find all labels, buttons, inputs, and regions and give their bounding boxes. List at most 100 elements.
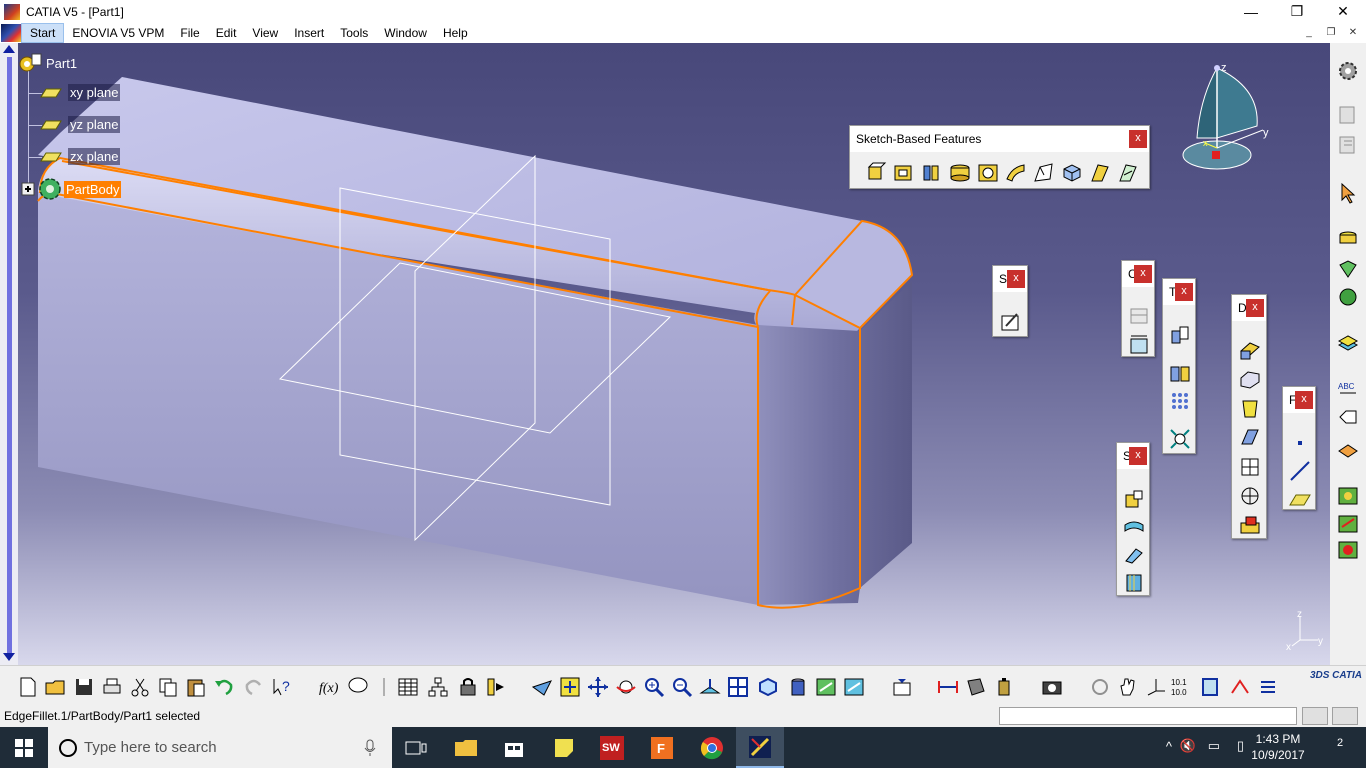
flag-note-icon[interactable] [1336, 405, 1360, 429]
windows-start-button[interactable] [0, 727, 48, 768]
slot-icon[interactable] [1032, 161, 1056, 185]
catia-menu-logo-icon[interactable] [1, 24, 21, 42]
toolbar-header[interactable]: S x [993, 266, 1027, 292]
draft-analysis-icon[interactable] [1336, 511, 1360, 535]
mirror-icon[interactable] [1168, 361, 1192, 385]
toolbar-header[interactable]: Sketch-Based Features x [850, 126, 1149, 152]
close-button[interactable]: ✕ [1320, 0, 1366, 23]
measure-between-icon[interactable] [936, 675, 960, 699]
edge-fillet-icon[interactable] [1238, 339, 1262, 363]
taskbar-sticky-notes[interactable] [540, 727, 588, 768]
translation-icon[interactable] [1168, 323, 1192, 347]
update-icon[interactable] [890, 675, 914, 699]
shaft-icon[interactable] [920, 161, 944, 185]
text-annotation-icon[interactable]: ABC [1336, 377, 1360, 401]
compass-icon[interactable]: z y x [1175, 58, 1275, 178]
multi-view-icon[interactable] [726, 675, 750, 699]
tree-item-partbody[interactable]: PartBody [20, 176, 122, 202]
tree-item-yz-plane[interactable]: yz plane [40, 116, 121, 133]
fit-all-in-icon[interactable] [558, 675, 582, 699]
toolbar-header[interactable]: S x [1117, 443, 1149, 469]
measure-item-icon[interactable] [964, 675, 988, 699]
taskbar-store[interactable] [490, 727, 538, 768]
toolbar-close-button[interactable]: x [1134, 265, 1152, 283]
expand-plus-icon[interactable] [20, 181, 36, 197]
swap-visible-space-icon[interactable] [842, 675, 866, 699]
print-icon[interactable] [100, 675, 124, 699]
task-view-button[interactable] [392, 727, 440, 768]
hide-show-icon[interactable] [814, 675, 838, 699]
menu-edit[interactable]: Edit [208, 23, 245, 43]
minimize-button[interactable]: — [1228, 0, 1274, 23]
3d-annotation-icon[interactable] [1336, 435, 1360, 459]
maximize-button[interactable]: ❐ [1274, 0, 1320, 23]
doc-close-button[interactable]: ✕ [1344, 25, 1362, 41]
toolbar-header[interactable]: D x [1232, 295, 1266, 321]
multi-section-solid-icon[interactable] [1088, 161, 1112, 185]
measure-inertia-icon[interactable] [992, 675, 1016, 699]
toolbar-close-button[interactable]: x [1246, 299, 1264, 317]
thread-icon[interactable] [1238, 484, 1262, 508]
comment-icon[interactable] [346, 675, 370, 699]
close-surface-icon[interactable] [1122, 543, 1146, 567]
toolbar-close-button[interactable]: x [1295, 391, 1313, 409]
toolbar-close-button[interactable]: x [1129, 447, 1147, 465]
menu-file[interactable]: File [172, 23, 207, 43]
menu-view[interactable]: View [244, 23, 286, 43]
tree-root-part[interactable]: Part1 [18, 52, 79, 74]
side-face[interactable] [758, 281, 912, 605]
open-folder-icon[interactable] [44, 675, 68, 699]
save-icon[interactable] [72, 675, 96, 699]
capture-camera-icon[interactable] [1040, 675, 1064, 699]
rotate-icon[interactable] [614, 675, 638, 699]
cut-icon[interactable] [128, 675, 152, 699]
battery-icon[interactable]: ▯ [1237, 738, 1244, 754]
tree-item-xy-plane[interactable]: xy plane [40, 84, 121, 101]
rib-icon[interactable] [1004, 161, 1028, 185]
catalog-icon[interactable] [1336, 103, 1360, 127]
doc-restore-button[interactable]: ❐ [1322, 25, 1340, 41]
scroll-down-arrow-icon[interactable] [3, 653, 15, 661]
rectangular-pattern-icon[interactable] [1168, 389, 1192, 413]
microphone-icon[interactable] [364, 739, 376, 757]
doc-minimize-button[interactable]: _ [1300, 25, 1318, 41]
removed-multi-section-icon[interactable] [1116, 161, 1140, 185]
menu-start[interactable]: Start [21, 23, 65, 43]
pocket-icon[interactable] [892, 161, 916, 185]
hole-icon[interactable] [976, 161, 1000, 185]
pad-icon[interactable] [864, 161, 888, 185]
menu-tools[interactable]: Tools [332, 23, 376, 43]
toolbar-close-button[interactable]: x [1175, 283, 1193, 301]
power-input-field[interactable] [999, 707, 1297, 725]
apply-material-icon[interactable] [1336, 257, 1360, 281]
tree-expand-icon[interactable] [1336, 133, 1360, 157]
toolbar-header[interactable]: T x [1163, 279, 1195, 305]
network-icon[interactable]: ▭ [1208, 738, 1220, 754]
surface-stack-icon[interactable] [1336, 331, 1360, 355]
power-input-clear-button[interactable] [1332, 707, 1358, 725]
list-icon[interactable] [1256, 675, 1280, 699]
remove-face-icon[interactable] [1238, 513, 1262, 537]
tree-scrollbar[interactable] [0, 43, 18, 665]
constraint-dimension-icon[interactable] [1127, 333, 1151, 357]
taskbar-search-box[interactable]: Type here to search [48, 727, 392, 768]
shading-icon[interactable] [786, 675, 810, 699]
taskbar-fusion[interactable]: F [638, 727, 686, 768]
groove-icon[interactable] [948, 161, 972, 185]
stiffener-icon[interactable] [1060, 161, 1084, 185]
menu-insert[interactable]: Insert [286, 23, 332, 43]
taskbar-clock[interactable]: 1:43 PM 10/9/2017 [1248, 731, 1308, 763]
knowledge-icon[interactable] [1336, 285, 1360, 309]
analysis-icon[interactable] [1336, 483, 1360, 507]
normal-view-icon[interactable] [698, 675, 722, 699]
split-icon[interactable] [1122, 487, 1146, 511]
scroll-up-arrow-icon[interactable] [3, 45, 15, 53]
menu-help[interactable]: Help [435, 23, 476, 43]
iso-view-icon[interactable] [756, 675, 780, 699]
pan-icon[interactable] [586, 675, 610, 699]
sketch-icon[interactable] [999, 310, 1023, 334]
links-icon[interactable] [426, 675, 450, 699]
undo-icon[interactable] [212, 675, 236, 699]
fly-mode-icon[interactable] [530, 675, 554, 699]
draft-icon[interactable] [1238, 397, 1262, 421]
